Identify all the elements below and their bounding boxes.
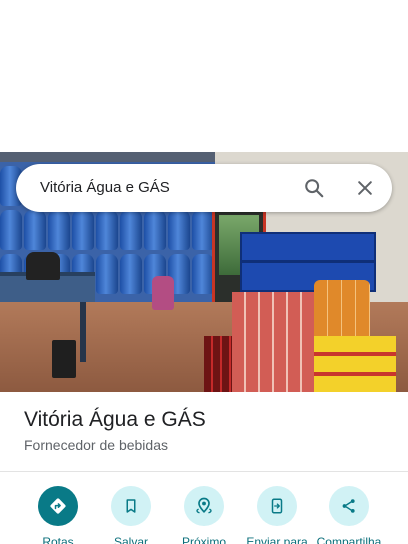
photo-pink-jug	[152, 276, 174, 310]
photo-cans-stack	[232, 292, 314, 392]
nearby-label: Próximo	[181, 535, 226, 544]
search-bar[interactable]: Vitória Água e GÁS	[16, 164, 392, 212]
save-button[interactable]: Salvar	[89, 486, 173, 544]
jug-row	[0, 210, 214, 250]
place-title: Vitória Água e GÁS	[24, 408, 206, 431]
nearby-icon	[184, 486, 224, 526]
send-to-phone-icon	[257, 486, 297, 526]
photo-yellow-packs	[314, 336, 396, 392]
share-icon	[329, 486, 369, 526]
action-row: Rotas Salvar Próximo Enviar para Compart…	[0, 486, 408, 544]
photo-orange-bottles	[314, 280, 370, 336]
share-label: Compartilha	[316, 535, 382, 544]
photo-bin	[52, 340, 76, 378]
directions-button[interactable]: Rotas	[16, 486, 100, 544]
directions-icon	[38, 486, 78, 526]
share-button[interactable]: Compartilha	[307, 486, 391, 544]
close-icon[interactable]	[349, 172, 381, 204]
photo-soda-pack	[204, 336, 232, 392]
save-label: Salvar	[113, 535, 148, 544]
bookmark-icon	[111, 486, 151, 526]
nearby-button[interactable]: Próximo	[162, 486, 246, 544]
send-to-phone-label: Enviar para	[246, 535, 308, 544]
search-input[interactable]: Vitória Água e GÁS	[40, 164, 170, 212]
place-category[interactable]: Fornecedor de bebidas	[24, 437, 168, 453]
photo-desk-leg	[80, 302, 86, 362]
map-area-blank	[0, 0, 408, 152]
divider	[0, 471, 408, 472]
photo-chair	[26, 252, 60, 280]
search-icon[interactable]	[298, 172, 330, 204]
photo-crate-line	[240, 260, 376, 263]
directions-label: Rotas	[42, 535, 74, 544]
